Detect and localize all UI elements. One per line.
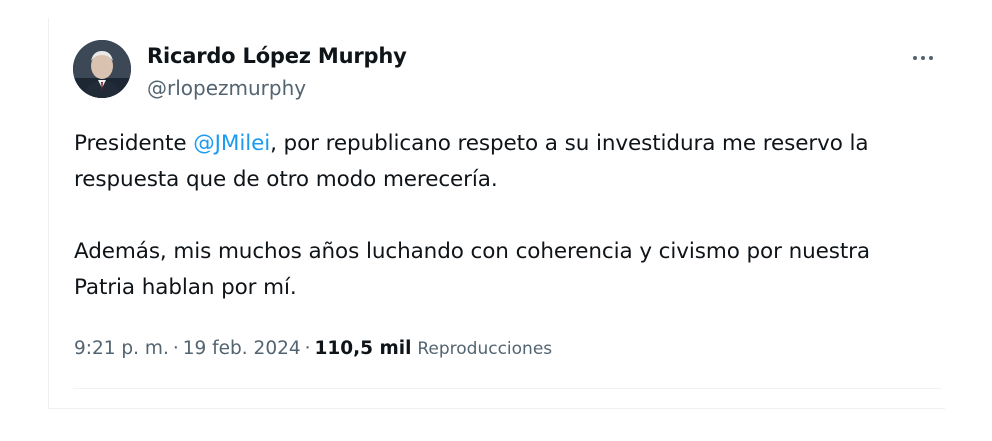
tweet-card: Ricardo López Murphy @rlopezmurphy Presi… [48,18,945,409]
tweet-time[interactable]: 9:21 p. m. [74,338,169,359]
tweet-text: Presidente @JMilei, por republicano resp… [74,126,934,306]
display-name[interactable]: Ricardo López Murphy [147,44,407,68]
user-handle[interactable]: @rlopezmurphy [147,76,306,100]
separator: · [304,338,311,359]
avatar-photo-icon [73,40,131,98]
mention-link[interactable]: @JMilei [193,131,270,156]
divider [73,388,941,389]
separator: · [172,338,179,359]
more-horizontal-icon-dot [929,56,933,60]
avatar[interactable] [73,40,131,98]
tweet-text-prefix: Presidente [74,131,194,156]
more-horizontal-icon [913,56,917,60]
tweet-paragraph-2: Además, mis muchos años luchando con coh… [74,239,871,300]
views-label: Reproducciones [417,339,553,359]
tweet-meta: 9:21 p. m. · 19 feb. 2024 · 110,5 mil Reprod… [74,338,552,359]
tweet-date[interactable]: 19 feb. 2024 [183,338,301,359]
views-count: 110,5 mil [314,338,412,359]
tweet-paragraph-1: Presidente @JMilei, por republicano resp… [74,126,934,198]
more-horizontal-icon-dot [921,56,925,60]
more-options-button[interactable] [905,44,941,72]
